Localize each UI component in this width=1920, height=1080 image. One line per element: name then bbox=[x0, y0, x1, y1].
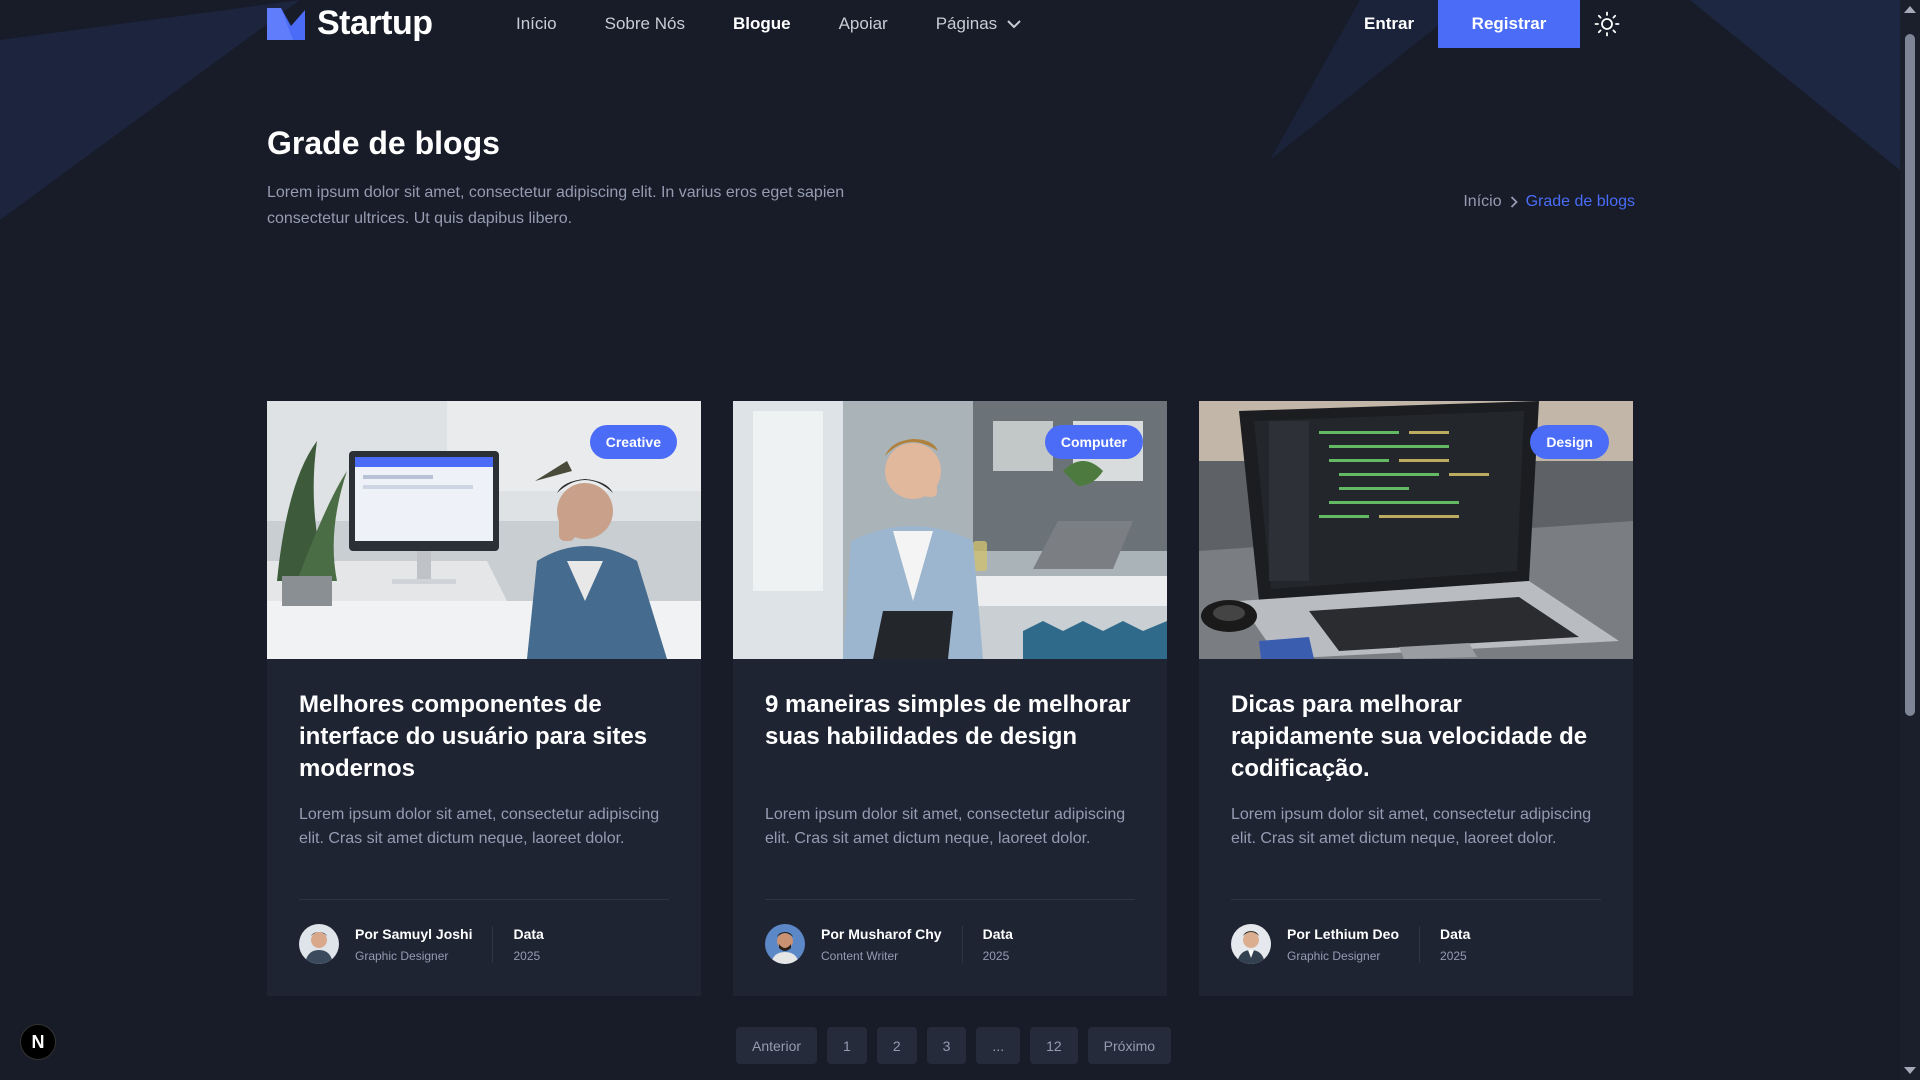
category-tag[interactable]: Computer bbox=[1044, 425, 1143, 459]
signup-button[interactable]: Registrar bbox=[1438, 0, 1580, 48]
blog-card-meta: Por Samuyl Joshi Graphic Designer Data 2… bbox=[299, 924, 669, 964]
divider bbox=[299, 899, 669, 900]
blog-card[interactable]: Computer 9 maneiras simples de melhorar … bbox=[733, 401, 1167, 996]
breadcrumb: Início Grade de blogs bbox=[1463, 193, 1635, 211]
blog-card-excerpt: Lorem ipsum dolor sit amet, consectetur … bbox=[1231, 806, 1592, 847]
avatar bbox=[1231, 924, 1271, 964]
pagination-page-2[interactable]: 2 bbox=[876, 1027, 917, 1064]
author-role: Content Writer bbox=[821, 948, 899, 963]
blog-grid: Creative Melhores componentes de interfa… bbox=[267, 401, 1633, 996]
author-name[interactable]: Por Lethium Deo bbox=[1287, 926, 1399, 942]
main-nav: Início Sobre Nós Blogue Apoiar Páginas bbox=[516, 0, 1021, 48]
breadcrumb-current: Grade de blogs bbox=[1525, 193, 1635, 210]
scroll-down-icon[interactable] bbox=[1904, 1067, 1916, 1074]
blog-card-image[interactable]: Creative bbox=[267, 401, 701, 659]
divider bbox=[1231, 899, 1601, 900]
nav-item-inicio[interactable]: Início bbox=[516, 14, 557, 34]
date-value: 2025 bbox=[982, 948, 1010, 963]
pagination-next[interactable]: Próximo bbox=[1087, 1027, 1172, 1064]
author-role: Graphic Designer bbox=[1287, 948, 1381, 963]
logo[interactable]: Startup bbox=[267, 4, 433, 43]
pagination-page-12[interactable]: 12 bbox=[1030, 1027, 1078, 1064]
logo-text: Startup bbox=[317, 4, 433, 42]
nav-item-blogue[interactable]: Blogue bbox=[733, 14, 791, 34]
date-value: 2025 bbox=[513, 948, 541, 963]
blog-card[interactable]: Design Dicas para melhorar rapidamente s… bbox=[1199, 401, 1633, 996]
date-value: 2025 bbox=[1440, 948, 1467, 963]
blog-card[interactable]: Creative Melhores componentes de interfa… bbox=[267, 401, 701, 996]
blog-card-meta: Por Lethium Deo Graphic Designer Data 20… bbox=[1231, 924, 1601, 964]
scroll-up-icon[interactable] bbox=[1904, 6, 1916, 13]
logo-icon bbox=[267, 7, 305, 40]
pagination-prev[interactable]: Anterior bbox=[736, 1027, 818, 1064]
breadcrumb-home[interactable]: Início bbox=[1463, 193, 1501, 211]
avatar bbox=[299, 924, 339, 964]
date-label: Data bbox=[513, 925, 544, 942]
chevron-right-icon bbox=[1510, 196, 1518, 208]
pagination-page-1[interactable]: 1 bbox=[827, 1027, 867, 1064]
blog-card-excerpt: Lorem ipsum dolor sit amet, consectetur … bbox=[299, 806, 660, 847]
pagination-page-3[interactable]: 3 bbox=[926, 1027, 967, 1064]
blog-card-title[interactable]: Dicas para melhorar rapidamente sua velo… bbox=[1231, 689, 1601, 785]
nav-item-sobre-nos[interactable]: Sobre Nós bbox=[605, 14, 685, 34]
blog-card-title[interactable]: 9 maneiras simples de melhorar suas habi… bbox=[765, 689, 1135, 785]
avatar bbox=[765, 924, 805, 964]
page-title: Grade de blogs bbox=[267, 125, 500, 161]
blog-card-meta: Por Musharof Chy Content Writer Data 202… bbox=[765, 924, 1135, 964]
divider bbox=[765, 899, 1135, 900]
pagination: Anterior 1 2 3 ... 12 Próximo bbox=[736, 1027, 1172, 1064]
page-description: Lorem ipsum dolor sit amet, consectetur … bbox=[267, 184, 845, 227]
nav-item-paginas[interactable]: Páginas bbox=[936, 14, 1021, 34]
nav-item-paginas-label: Páginas bbox=[935, 14, 998, 33]
category-tag[interactable]: Creative bbox=[589, 425, 677, 459]
pagination-ellipsis: ... bbox=[976, 1027, 1021, 1064]
author-name[interactable]: Por Musharof Chy bbox=[821, 926, 942, 942]
blog-card-title[interactable]: Melhores componentes de interface do usu… bbox=[299, 689, 669, 785]
nextjs-badge[interactable]: N bbox=[20, 1024, 56, 1060]
site-header: Startup Início Sobre Nós Blogue Apoiar P… bbox=[0, 0, 1900, 48]
author-name[interactable]: Por Samuyl Joshi bbox=[355, 926, 472, 942]
scrollbar[interactable] bbox=[1900, 0, 1920, 1080]
blog-card-image[interactable]: Computer bbox=[733, 401, 1167, 659]
date-label: Data bbox=[1440, 925, 1471, 942]
scrollbar-thumb[interactable] bbox=[1905, 34, 1915, 716]
blog-card-excerpt: Lorem ipsum dolor sit amet, consectetur … bbox=[765, 806, 1126, 847]
author-role: Graphic Designer bbox=[355, 948, 449, 963]
date-label: Data bbox=[982, 925, 1013, 942]
blog-card-image[interactable]: Design bbox=[1199, 401, 1633, 659]
sun-icon[interactable] bbox=[1594, 11, 1620, 37]
category-tag[interactable]: Design bbox=[1530, 425, 1609, 459]
nav-item-apoiar[interactable]: Apoiar bbox=[839, 14, 888, 34]
chevron-down-icon bbox=[1007, 19, 1021, 28]
signin-link[interactable]: Entrar bbox=[1364, 14, 1414, 34]
